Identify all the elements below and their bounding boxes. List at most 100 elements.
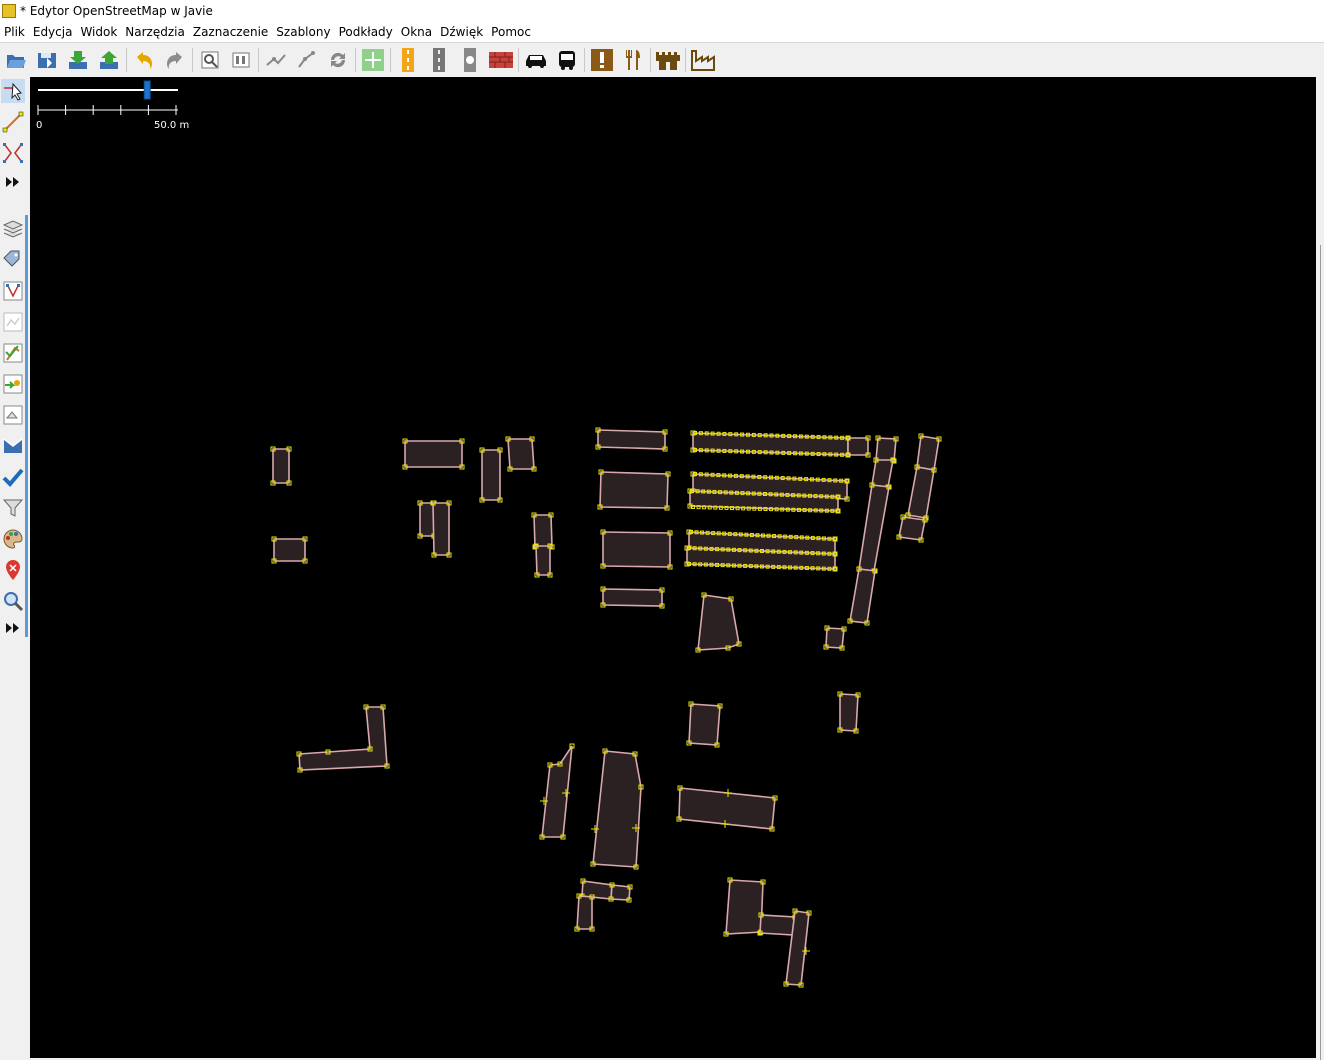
node-marker[interactable] [691,505,695,509]
warning-preset-button[interactable] [588,47,615,74]
building-way[interactable] [599,471,669,509]
menu-widok[interactable]: Widok [76,22,121,42]
building-way[interactable] [725,879,764,935]
bus-preset-icon [558,51,575,70]
menu-zaznaczenie[interactable]: Zaznaczenie [189,22,272,42]
restaurant-preset-button[interactable] [619,47,646,74]
node-marker[interactable] [702,505,707,510]
building-way[interactable] [404,440,463,468]
building-way[interactable] [272,448,290,484]
map-features[interactable] [30,77,1316,1058]
select-tool-button[interactable] [1,79,25,103]
building-way[interactable] [419,502,435,537]
map-view[interactable]: 0 50.0 m [30,77,1316,1058]
menu-szablony[interactable]: Szablony [272,22,334,42]
search-toggle[interactable] [1,589,25,613]
improve-way-button[interactable] [1,141,25,165]
notes-icon [6,560,20,580]
filter-icon [2,499,24,517]
car-preset-button[interactable] [522,47,549,74]
building-way[interactable] [602,531,671,568]
history-toggle[interactable] [1,310,25,334]
building-way[interactable] [839,693,859,732]
menu-narzedzia[interactable]: Narzędzia [121,22,189,42]
building-way[interactable] [535,545,551,576]
building-way[interactable] [678,787,776,830]
notes-toggle[interactable] [1,558,25,582]
toolbar-separator [685,48,686,72]
building-way[interactable] [688,703,721,746]
presets-button[interactable] [227,47,254,74]
rail-signal-preset-button[interactable] [456,47,483,74]
castle-preset-button[interactable] [654,47,681,74]
left-sidebar [0,77,28,1060]
preferences-icon [201,51,218,69]
layers-toggle[interactable] [1,217,25,241]
building-way[interactable] [602,588,663,607]
more-tools-button[interactable] [1,170,25,194]
relations-toggle[interactable] [1,279,25,303]
undo-button[interactable] [130,47,157,74]
merge-toggle[interactable] [1,434,25,458]
combine-way-button[interactable] [293,47,320,74]
building-way[interactable] [759,914,796,936]
more-dialogs-button[interactable] [1,616,25,640]
building-way[interactable] [697,594,740,651]
save-button[interactable] [33,47,60,74]
map-paint-icon [361,49,384,71]
validation-toggle[interactable] [1,341,25,365]
railway-preset-button[interactable] [425,47,452,74]
refresh-button[interactable] [324,47,351,74]
building-way[interactable] [871,459,894,488]
menu-pomoc[interactable]: Pomoc [487,22,535,42]
building-way[interactable] [481,449,501,501]
split-way-button[interactable] [262,47,289,74]
tags-toggle[interactable] [1,248,25,272]
node-marker[interactable] [696,505,701,510]
industrial-preset-icon [690,50,715,71]
menu-dzwiek[interactable]: Dźwięk [436,22,487,42]
map-style-toggle[interactable] [1,527,25,551]
todo-toggle[interactable] [1,465,25,489]
map-paint-button[interactable] [359,47,386,74]
building-way[interactable] [825,627,845,649]
building-way[interactable] [592,750,642,868]
building-way[interactable] [898,516,926,541]
changeset-toggle[interactable] [1,372,25,396]
preferences-button[interactable] [196,47,223,74]
menu-bar: Plik Edycja Widok Narzędzia Zaznaczenie … [0,22,1324,43]
open-file-button[interactable] [2,47,29,74]
menu-okna[interactable]: Okna [397,22,436,42]
building-way[interactable] [597,429,666,450]
toolbar-separator [126,48,127,72]
building-way[interactable] [507,438,535,470]
road-preset-button[interactable] [394,47,421,74]
filter-toggle[interactable] [1,496,25,520]
redo-button[interactable] [161,47,188,74]
building-way[interactable] [273,538,306,562]
upload-icon [99,51,118,69]
building-way[interactable] [541,745,573,838]
building-way[interactable] [907,466,935,519]
building-way[interactable] [432,502,450,556]
history-icon [3,312,23,332]
toolbar-separator [258,48,259,72]
upload-button[interactable] [95,47,122,74]
industrial-preset-button[interactable] [689,47,716,74]
wall-preset-button[interactable] [487,47,514,74]
building-way[interactable] [858,484,890,572]
building-way[interactable] [849,568,876,624]
conflict-toggle[interactable] [1,403,25,427]
bus-preset-button[interactable] [553,47,580,74]
building-way[interactable] [916,435,940,471]
refresh-icon [330,52,345,68]
menu-plik[interactable]: Plik [0,22,29,42]
building-way[interactable] [576,895,593,930]
draw-tool-button[interactable] [1,110,25,134]
building-way[interactable] [533,514,553,548]
building-way[interactable] [298,706,388,771]
menu-podklady[interactable]: Podkłady [335,22,397,42]
download-button[interactable] [64,47,91,74]
menu-edycja[interactable]: Edycja [29,22,77,42]
building-way[interactable] [847,437,869,456]
